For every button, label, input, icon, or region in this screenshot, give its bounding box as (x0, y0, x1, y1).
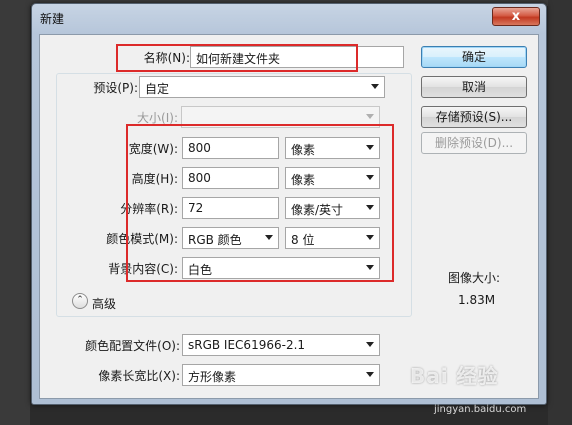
image-size-label: 图像大小: (448, 271, 501, 285)
pixel-aspect-label: 像素长宽比(X): (98, 369, 180, 383)
close-button[interactable]: x (492, 7, 540, 26)
delete-preset-button: 删除预设(D)... (421, 132, 527, 154)
highlight-name (116, 44, 358, 72)
highlight-settings (126, 124, 394, 282)
dialog-content: 名称(N): 如何新建文件夹 预设(P): 自定 大小(I): 宽度(W): 8… (39, 34, 539, 399)
color-profile-label: 颜色配置文件(O): (85, 339, 180, 353)
new-document-dialog: 新建 x 名称(N): 如何新建文件夹 预设(P): 自定 大小(I): 宽度(… (31, 3, 547, 405)
advanced-label[interactable]: 高级 (92, 295, 116, 312)
watermark-logo: Bai 经验 (410, 364, 499, 388)
chevron-down-icon (371, 84, 379, 89)
close-icon: x (511, 9, 521, 24)
background-left (0, 0, 30, 425)
color-profile-select[interactable]: sRGB IEC61966-2.1 (182, 334, 380, 356)
save-preset-button[interactable]: 存储预设(S)... (421, 106, 527, 128)
pixel-aspect-value: 方形像素 (188, 370, 237, 384)
background-right (548, 0, 572, 425)
chevron-down-icon (366, 114, 374, 119)
watermark-url: jingyan.baidu.com (434, 404, 527, 415)
chevron-down-icon (366, 372, 374, 377)
image-size-value: 1.83M (458, 293, 496, 307)
pixel-aspect-select[interactable]: 方形像素 (182, 364, 380, 386)
preset-select[interactable]: 自定 (139, 76, 385, 98)
color-profile-value: sRGB IEC61966-2.1 (188, 338, 306, 352)
ok-button[interactable]: 确定 (421, 46, 527, 68)
cancel-button[interactable]: 取消 (421, 76, 527, 98)
title-bar[interactable]: 新建 x (32, 4, 546, 32)
expand-advanced-icon[interactable]: ⌃ (72, 293, 88, 309)
preset-value: 自定 (145, 82, 170, 96)
preset-label: 预设(P): (93, 81, 138, 95)
chevron-down-icon (366, 342, 374, 347)
dialog-title: 新建 (40, 12, 65, 26)
